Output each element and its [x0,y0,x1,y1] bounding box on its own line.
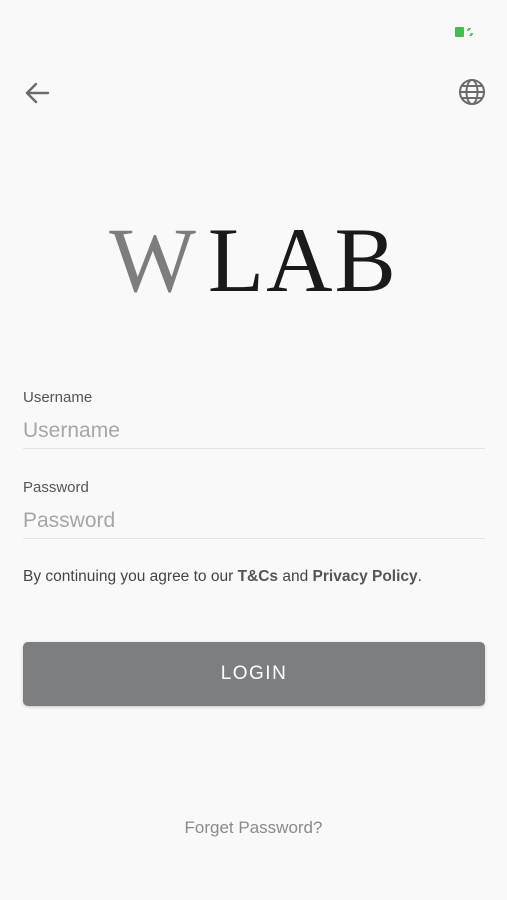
logo-mark: W [109,209,196,311]
arrow-left-icon [25,82,50,104]
back-button[interactable] [20,76,54,110]
terms-agreement-text: By continuing you agree to our T&Cs and … [23,568,422,586]
password-field: Password [23,478,485,539]
password-label: Password [23,479,89,496]
brand-logo: W LAB [0,210,507,310]
top-nav [0,70,507,114]
forgot-password-link[interactable]: Forget Password? [0,818,507,838]
username-label: Username [23,389,93,406]
agreement-connector: and [278,568,313,585]
status-bar [0,0,507,60]
battery-charging-icon [455,27,475,37]
globe-icon [459,79,485,105]
agreement-suffix: . [417,568,422,585]
logo-text: LAB [207,209,398,311]
login-button[interactable]: LOGIN [23,642,485,706]
terms-link[interactable]: T&Cs [238,568,278,585]
language-button[interactable] [455,75,489,109]
username-input[interactable] [23,414,485,448]
privacy-policy-link[interactable]: Privacy Policy [313,568,418,585]
username-field: Username [23,388,485,449]
agreement-prefix: By continuing you agree to our [23,568,238,585]
password-input[interactable] [23,504,485,538]
